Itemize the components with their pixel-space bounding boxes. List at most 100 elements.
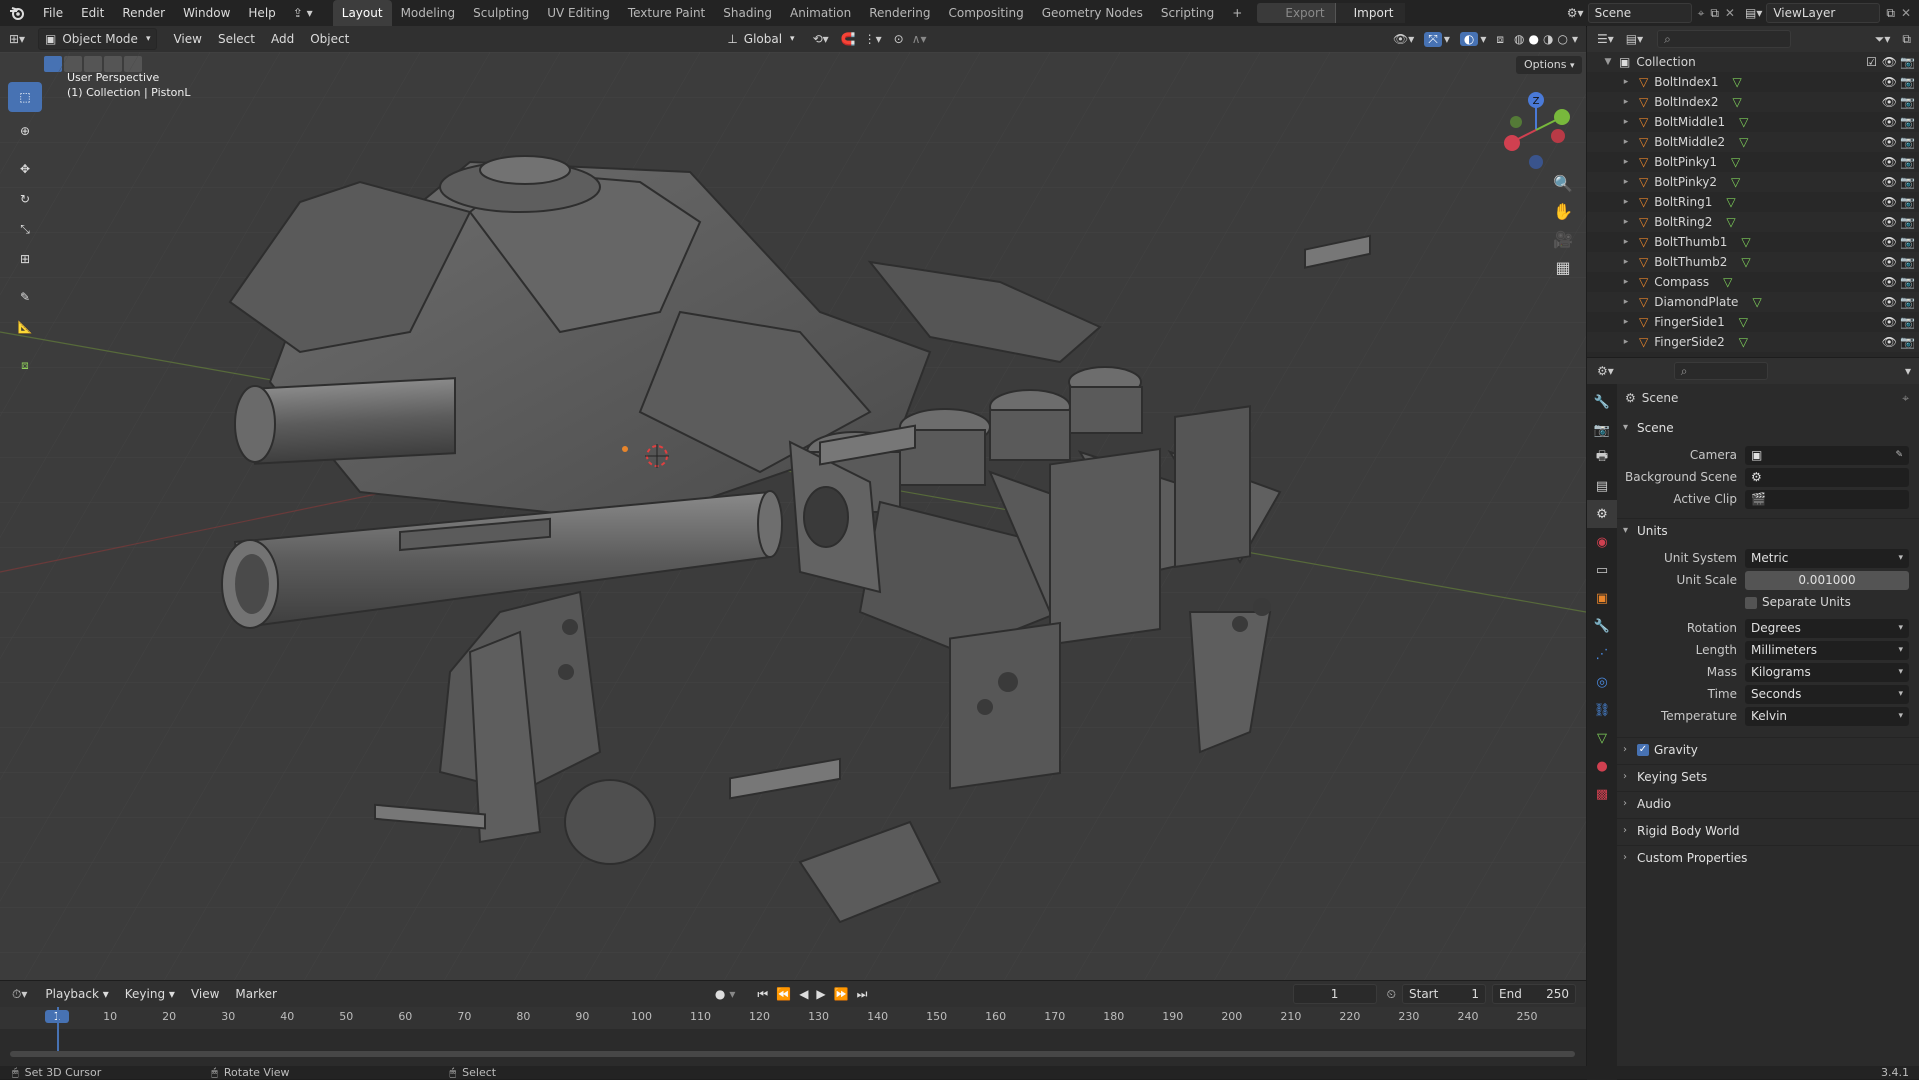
constraints-tab[interactable]: ⛓ <box>1587 696 1617 724</box>
visibility-eye-icon[interactable]: 👁 <box>1882 212 1897 232</box>
options-button[interactable]: Options ▾ <box>1516 56 1583 74</box>
world-tab[interactable]: ◉ <box>1587 528 1617 556</box>
expand-icon[interactable]: ▸ <box>1619 92 1633 112</box>
current-frame-field[interactable]: 1 <box>1292 984 1377 1004</box>
timeline-editor-icon[interactable]: ⏱▾ <box>12 987 27 1002</box>
timeline-scrollbar[interactable] <box>10 1051 1575 1057</box>
new-scene-icon[interactable]: ⧉ <box>1710 6 1719 21</box>
tab-shading[interactable]: Shading <box>714 0 781 26</box>
editor-type-icon[interactable]: ⊞▾ <box>0 32 34 46</box>
custom-properties-panel-header[interactable]: › Custom Properties <box>1617 845 1919 870</box>
units-panel-header[interactable]: ▾ Units <box>1617 518 1919 543</box>
end-frame-field[interactable]: End 250 <box>1492 984 1576 1004</box>
mass-dropdown[interactable]: Kilograms ▾ <box>1745 662 1909 682</box>
proportional-edit-icon[interactable]: ⊙ <box>894 32 904 46</box>
gizmo-dropdown-icon[interactable]: ▾ <box>1444 32 1450 46</box>
collection-row[interactable]: ▼ ▣ Collection ☑ 👁 📷 <box>1587 52 1919 72</box>
3d-viewport[interactable]: User Perspective (1) Collection | Piston… <box>0 52 1586 980</box>
menu-keying[interactable]: Keying ▾ <box>117 981 183 1007</box>
expand-icon[interactable]: ▸ <box>1619 272 1633 292</box>
wireframe-shading-icon[interactable]: ◍ <box>1514 32 1524 46</box>
menu-window[interactable]: Window <box>174 0 239 26</box>
visibility-eye-icon[interactable]: 👁 <box>1882 92 1897 112</box>
eyedropper-icon[interactable]: ✎ <box>1895 446 1903 465</box>
expand-icon[interactable]: ▸ <box>1619 132 1633 152</box>
menu-playback[interactable]: Playback ▾ <box>37 981 116 1007</box>
display-mode-icon[interactable]: ▤▾ <box>1626 32 1643 46</box>
properties-search-input[interactable]: ⌕ <box>1673 362 1768 380</box>
tab-layout[interactable]: Layout <box>332 0 392 26</box>
render-camera-icon[interactable]: 📷 <box>1900 132 1915 152</box>
next-keyframe-icon[interactable]: ⏩ <box>834 987 849 1001</box>
view-layer-tab[interactable]: ▤ <box>1587 472 1617 500</box>
navigation-gizmo[interactable]: Z <box>1496 86 1578 176</box>
overlay-dropdown-icon[interactable]: ▾ <box>1480 32 1486 46</box>
render-camera-icon[interactable]: 📷 <box>1900 212 1915 232</box>
outliner-item[interactable]: ▸ ▽ BoltMiddle1 ▽ 👁 📷 <box>1587 112 1919 132</box>
rotation-dropdown[interactable]: Degrees ▾ <box>1745 618 1909 638</box>
outliner-item[interactable]: ▸ ▽ BoltThumb2 ▽ 👁 📷 <box>1587 252 1919 272</box>
camera-view-button[interactable]: 🎥 <box>1549 225 1577 253</box>
tab-texture-paint[interactable]: Texture Paint <box>619 0 714 26</box>
menu-object[interactable]: Object <box>302 26 357 52</box>
scene-tab[interactable]: ⚙ <box>1587 500 1617 528</box>
visibility-eye-icon[interactable]: 👁 <box>1882 332 1897 352</box>
time-dropdown[interactable]: Seconds ▾ <box>1745 684 1909 704</box>
visibility-eye-icon[interactable]: 👁 <box>1882 312 1897 332</box>
visibility-eye-icon[interactable]: 👁 <box>1882 112 1897 132</box>
gravity-checkbox[interactable]: ✓ <box>1637 744 1649 756</box>
tab-uv-editing[interactable]: UV Editing <box>538 0 619 26</box>
new-view-layer-icon[interactable]: ⧉ <box>1886 6 1895 21</box>
tab-scripting[interactable]: Scripting <box>1152 0 1223 26</box>
menu-marker[interactable]: Marker <box>227 981 284 1007</box>
pan-button[interactable]: ✋ <box>1549 197 1577 225</box>
import-button[interactable]: Import <box>1334 3 1406 23</box>
audio-panel-header[interactable]: › Audio <box>1617 791 1919 816</box>
render-camera-icon[interactable]: 📷 <box>1900 52 1915 72</box>
preview-range-icon[interactable]: ⏲ <box>1387 987 1396 1002</box>
view-layer-selector[interactable]: ▤▾ ViewLayer ⧉ ✕ <box>1745 3 1911 23</box>
menu-help[interactable]: Help <box>239 0 284 26</box>
render-camera-icon[interactable]: 📷 <box>1900 292 1915 312</box>
expand-icon[interactable]: ▸ <box>1619 232 1633 252</box>
expand-icon[interactable]: ▸ <box>1619 192 1633 212</box>
mode-dropdown[interactable]: ▣ Object Mode ▾ <box>38 28 158 50</box>
solid-shading-icon[interactable]: ● <box>1529 32 1539 46</box>
frame-ruler[interactable]: 1102030405060708090100110120130140150160… <box>0 1007 1586 1029</box>
outliner-item[interactable]: ▸ ▽ BoltRing1 ▽ 👁 📷 <box>1587 192 1919 212</box>
expand-icon[interactable]: ▸ <box>1619 152 1633 172</box>
shading-dropdown-icon[interactable]: ▾ <box>1572 32 1578 46</box>
gravity-panel-header[interactable]: › ✓ Gravity <box>1617 737 1919 762</box>
new-collection-icon[interactable]: ⧉ <box>1902 32 1911 47</box>
snap-icon[interactable]: 🧲 <box>841 32 856 46</box>
texture-tab[interactable]: ▩ <box>1587 780 1617 808</box>
output-tab[interactable]: 🖶 <box>1587 444 1617 472</box>
visibility-eye-icon[interactable]: 👁 <box>1882 252 1897 272</box>
scene-name-field[interactable]: Scene <box>1587 3 1692 23</box>
menu-add[interactable]: Add <box>263 26 302 52</box>
particles-tab[interactable]: ⋰ <box>1587 640 1617 668</box>
xray-icon[interactable]: ⧈ <box>1496 32 1504 47</box>
scale-tool[interactable]: ⤡ <box>8 214 42 244</box>
rotate-tool[interactable]: ↻ <box>8 184 42 214</box>
expand-icon[interactable]: ▼ <box>1601 52 1615 72</box>
menu-file[interactable]: File <box>34 0 72 26</box>
outliner-item[interactable]: ▸ ▽ BoltRing2 ▽ 👁 📷 <box>1587 212 1919 232</box>
outliner-item[interactable]: ▸ ▽ FingerSide2 ▽ 👁 📷 <box>1587 332 1919 352</box>
play-icon[interactable]: ▶ <box>816 987 825 1001</box>
tab-compositing[interactable]: Compositing <box>939 0 1032 26</box>
visibility-eye-icon[interactable]: 👁 <box>1882 132 1897 152</box>
unit-scale-field[interactable]: 0.001000 <box>1745 570 1909 590</box>
exclude-checkbox[interactable]: ☑ <box>1866 52 1877 72</box>
render-camera-icon[interactable]: 📷 <box>1900 332 1915 352</box>
visibility-eye-icon[interactable]: 👁 <box>1882 292 1897 312</box>
select-box-tool[interactable]: ⬚ <box>8 82 42 112</box>
unit-system-dropdown[interactable]: Metric ▾ <box>1745 548 1909 568</box>
visibility-eye-icon[interactable]: 👁 <box>1882 272 1897 292</box>
pivot-icon[interactable]: ⟲▾ <box>813 32 829 46</box>
pin-icon[interactable]: ⌖ <box>1698 6 1705 21</box>
expand-icon[interactable]: ▸ <box>1619 332 1633 352</box>
play-reverse-icon[interactable]: ◀ <box>799 987 808 1001</box>
keying-dropdown-icon[interactable]: ▾ <box>729 987 735 1001</box>
length-dropdown[interactable]: Millimeters ▾ <box>1745 640 1909 660</box>
